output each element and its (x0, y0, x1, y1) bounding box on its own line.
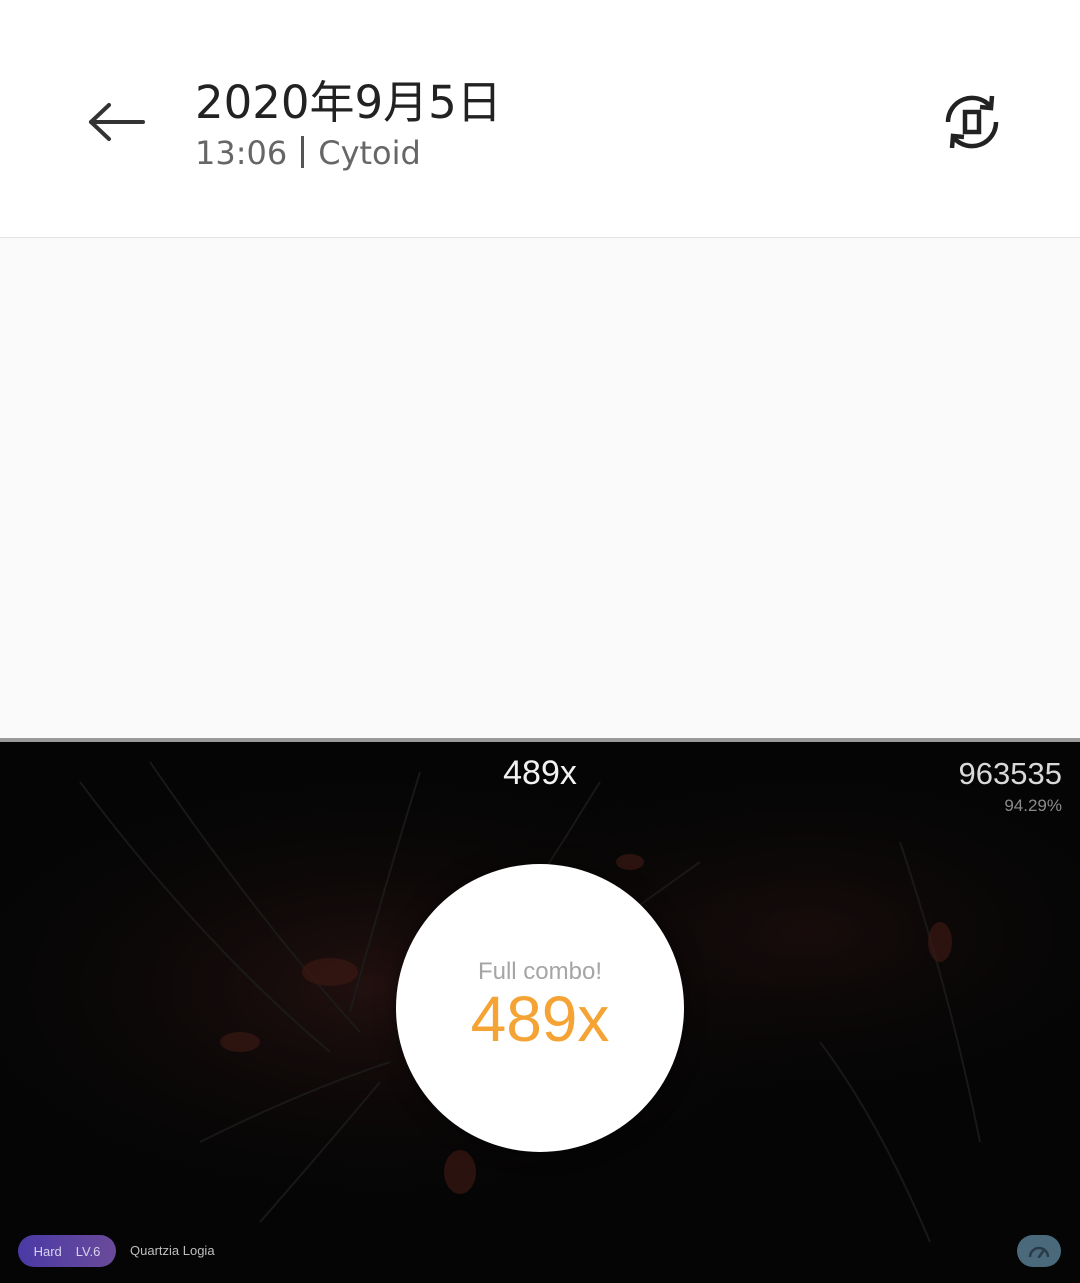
speed-button[interactable] (1017, 1235, 1061, 1267)
song-title: Quartzia Logia (130, 1243, 215, 1258)
score-value: 963535 (958, 756, 1062, 791)
full-combo-count: 489x (470, 983, 610, 1055)
combo-counter: 489x (503, 754, 577, 792)
photo-time: 13:06 (195, 134, 288, 172)
difficulty-badge: Hard LV.6 (18, 1235, 116, 1267)
back-button[interactable] (80, 90, 154, 154)
difficulty-name: Hard (33, 1243, 62, 1259)
difficulty-level: LV.6 (75, 1243, 101, 1259)
rotate-screen-button[interactable] (938, 88, 1006, 156)
separator (301, 136, 305, 168)
game-screenshot: 489x 963535 94.29% Full combo! 489x Hard… (0, 738, 1080, 1283)
speedometer-icon (1028, 1246, 1050, 1258)
arrow-left-icon (89, 103, 145, 141)
source-app-name: Cytoid (318, 134, 421, 172)
accuracy-value: 94.29% (1004, 796, 1062, 815)
photo-date-title: 2020年9月5日 (195, 76, 502, 129)
photo-blank-area (0, 238, 1080, 738)
rotate-screen-icon (945, 95, 999, 149)
photo-viewer-header: 2020年9月5日 13:06 Cytoid (0, 0, 1080, 238)
photo-subtitle: 13:06 Cytoid (195, 134, 421, 172)
full-combo-badge: Full combo! 489x (396, 864, 684, 1152)
